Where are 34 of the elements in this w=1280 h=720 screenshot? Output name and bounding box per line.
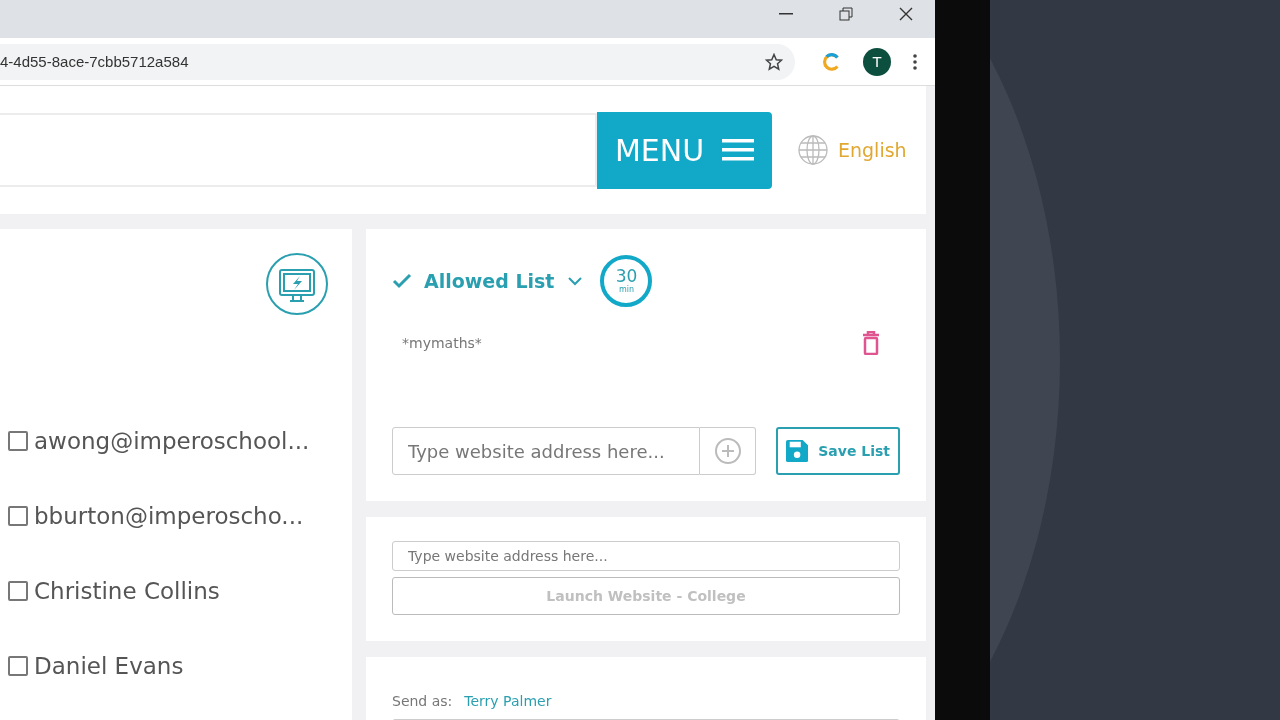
student-item[interactable]: bburton@imperoscho... <box>0 478 352 553</box>
checkbox[interactable] <box>8 505 28 526</box>
menu-button[interactable]: MENU <box>597 111 772 189</box>
list-type-dropdown[interactable]: Allowed List <box>424 270 583 292</box>
language-link[interactable]: English <box>798 135 907 165</box>
extension-icon[interactable] <box>823 52 841 71</box>
plus-circle-icon <box>713 437 742 465</box>
sender-link[interactable]: Terry Palmer <box>464 693 552 709</box>
chevron-down-icon <box>568 276 583 286</box>
checkbox[interactable] <box>8 580 28 601</box>
menu-icon <box>722 138 755 162</box>
list-entry: *mymaths* <box>402 335 482 351</box>
checkbox[interactable] <box>8 655 28 676</box>
minimize-icon <box>779 12 793 15</box>
check-icon <box>392 273 412 289</box>
globe-icon <box>798 135 828 165</box>
close-icon <box>899 6 913 21</box>
monitor-icon[interactable] <box>266 253 328 315</box>
website-input[interactable]: Type website address here... <box>392 541 900 571</box>
checkbox[interactable] <box>8 430 28 451</box>
student-item[interactable]: awong@imperoschool... <box>0 403 352 478</box>
student-item[interactable]: Christine Collins <box>0 553 352 628</box>
send-as-label: Send as: <box>392 693 453 709</box>
student-item[interactable]: Daniel Evans <box>0 628 352 703</box>
star-icon[interactable] <box>765 52 783 71</box>
trash-icon[interactable] <box>862 331 880 355</box>
profile-avatar[interactable]: T <box>863 47 891 76</box>
save-list-button[interactable]: Save List <box>776 427 900 475</box>
address-bar[interactable]: 4-4d55-8ace-7cbb5712a584 <box>0 43 795 80</box>
website-input[interactable]: Type website address here... <box>392 427 700 475</box>
kebab-menu-icon[interactable] <box>913 53 917 70</box>
url-text: 4-4d55-8ace-7cbb5712a584 <box>0 53 189 70</box>
timer-badge[interactable]: 30 min <box>600 255 653 307</box>
restore-icon <box>839 6 853 21</box>
